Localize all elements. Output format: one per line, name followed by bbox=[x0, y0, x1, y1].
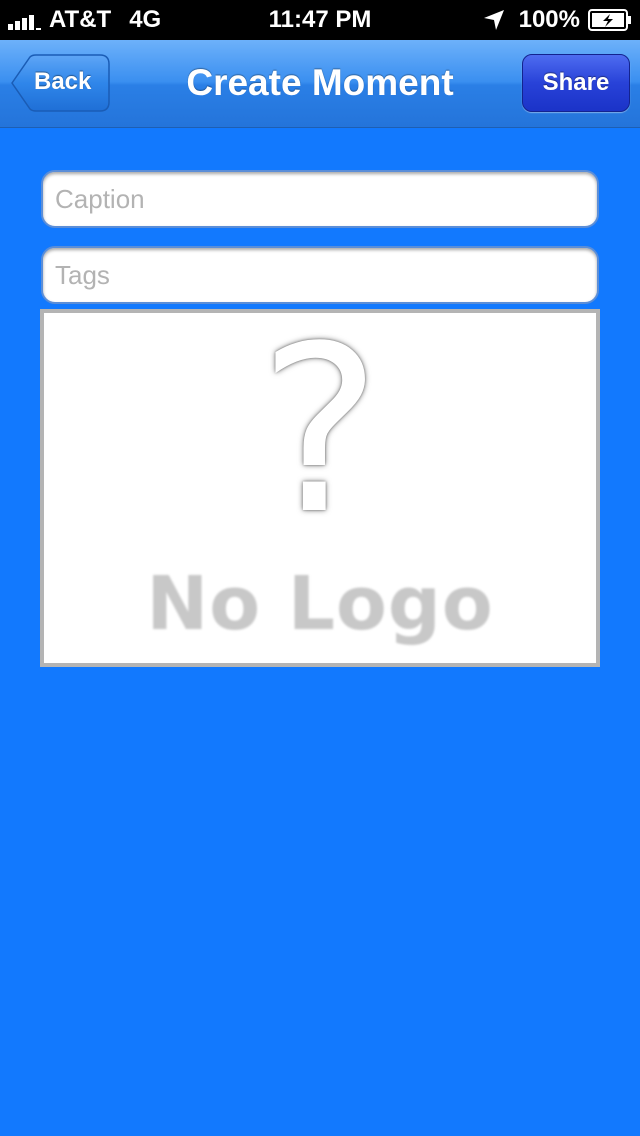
status-bar: AT&T 4G 11:47 PM 100% bbox=[0, 0, 640, 40]
navigation-bar: Back Create Moment Share bbox=[0, 40, 640, 128]
battery-icon bbox=[588, 9, 631, 31]
logo-image-placeholder[interactable]: ? No Logo bbox=[40, 309, 600, 667]
no-logo-label: No Logo bbox=[146, 561, 494, 647]
caption-input[interactable] bbox=[41, 170, 599, 228]
question-mark-icon: ? bbox=[258, 298, 382, 565]
tags-input[interactable] bbox=[41, 246, 599, 304]
battery-percentage: 100% bbox=[518, 6, 580, 33]
share-button[interactable]: Share bbox=[522, 54, 630, 112]
location-icon bbox=[483, 10, 504, 30]
status-right: 100% bbox=[483, 6, 632, 34]
